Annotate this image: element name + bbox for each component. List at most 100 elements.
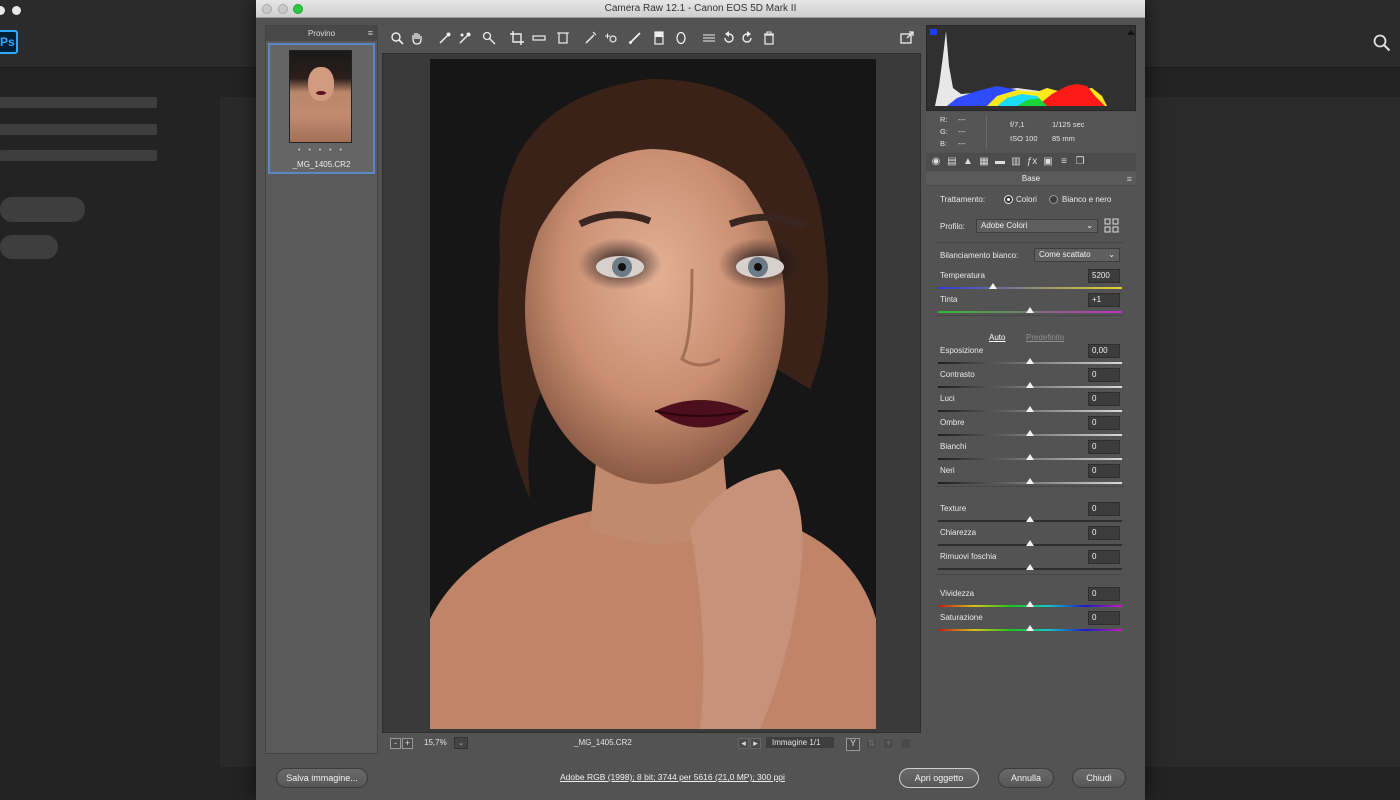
presets-tab-icon[interactable]: ≡ [1058,156,1070,168]
white-balance-dropdown[interactable]: Come scattato ⌄ [1034,248,1120,262]
zoom-in-button[interactable]: + [402,738,413,749]
temperatura-slider-handle[interactable] [989,283,998,289]
tinta-label: Tinta [940,295,958,304]
adjustment-brush-icon[interactable] [627,30,643,46]
chiarezza-value-input[interactable]: 0 [1088,526,1120,540]
image-counter: Immagine 1/1 [766,737,834,748]
tinta-value-input[interactable]: +1 [1088,293,1120,307]
neri-value-input[interactable]: 0 [1088,464,1120,478]
zoom-icon[interactable] [389,30,405,46]
copy-settings-icon[interactable]: + [883,738,894,749]
luci-slider-handle[interactable] [1026,406,1034,412]
effects-tab-icon[interactable]: ƒx [1026,156,1038,168]
menu-icon[interactable]: ≡ [1127,172,1132,186]
red-eye-icon[interactable] [603,30,619,46]
close-window-icon[interactable] [0,6,5,15]
save-image-button[interactable]: Salva immagine... [276,768,368,788]
title-bar: Camera Raw 12.1 - Canon EOS 5D Mark II [256,0,1145,18]
tinta-slider-handle[interactable] [1026,307,1034,313]
detail-tab-icon[interactable]: ▲ [962,156,974,168]
rimuovi-foschia-slider-handle[interactable] [1026,564,1034,570]
default-link[interactable]: Predefinito [1026,333,1064,342]
menu-icon[interactable]: ≡ [368,26,373,41]
auto-link[interactable]: Auto [989,333,1005,342]
search-icon[interactable] [1373,34,1391,52]
aperture-value: f/7,1 [1010,120,1025,129]
prev-image-button[interactable]: ◂ [738,738,749,749]
workflow-options-link[interactable]: Adobe RGB (1998); 8 bit; 3744 per 5616 (… [560,772,785,782]
open-object-button[interactable]: Apri oggetto [899,768,979,788]
chiarezza-slider-handle[interactable] [1026,540,1034,546]
contrasto-slider-handle[interactable] [1026,382,1034,388]
hand-icon[interactable] [409,30,425,46]
filmstrip-item[interactable]: • • • • • _MG_1405.CR2 [268,43,375,174]
vividezza-value-input[interactable]: 0 [1088,587,1120,601]
tone-curve-tab-icon[interactable]: ▤ [946,156,958,168]
contrasto-value-input[interactable]: 0 [1088,368,1120,382]
texture-value-input[interactable]: 0 [1088,502,1120,516]
basic-tab-icon[interactable]: ◉ [930,156,942,168]
separator [936,315,1124,316]
minimize-window-icon[interactable] [12,6,21,15]
calibration-tab-icon[interactable]: ▣ [1042,156,1054,168]
status-filename: _MG_1405.CR2 [574,738,632,747]
trash-icon[interactable] [761,30,777,46]
treatment-color-radio[interactable] [1004,195,1013,204]
cancel-button[interactable]: Annulla [998,768,1054,788]
ombre-slider-handle[interactable] [1026,430,1034,436]
filmstrip-header: Provino ≡ [266,26,377,41]
green-label: G: [940,127,948,136]
thumbnail-face [308,67,334,101]
bianchi-value-input[interactable]: 0 [1088,440,1120,454]
hsl-tab-icon[interactable]: ▦ [978,156,990,168]
profile-dropdown[interactable]: Adobe Colori ⌄ [976,219,1098,233]
snapshots-tab-icon[interactable]: ❐ [1074,156,1086,168]
rimuovi-foschia-value-input[interactable]: 0 [1088,550,1120,564]
temperatura-slider[interactable] [938,287,1122,289]
crop-icon[interactable] [509,30,525,46]
rating-stars[interactable]: • • • • • [270,147,373,154]
before-after-icon[interactable]: Y [846,738,860,751]
spot-removal-icon[interactable] [583,30,599,46]
straighten-icon[interactable] [531,30,547,46]
esposizione-slider-handle[interactable] [1026,358,1034,364]
image-preview[interactable] [382,53,921,733]
iso-value: ISO 100 [1010,134,1038,143]
rotate-right-icon[interactable] [739,30,755,46]
lens-tab-icon[interactable]: ▥ [1010,156,1022,168]
next-image-button[interactable]: ▸ [750,738,761,749]
color-sampler-icon[interactable] [457,30,473,46]
swap-settings-icon[interactable]: ⇅ [866,738,877,749]
fullscreen-icon[interactable] [899,30,915,46]
graduated-filter-icon[interactable] [651,30,667,46]
split-toning-tab-icon[interactable]: ▬ [994,156,1006,168]
zoom-dropdown[interactable]: ⌄ [454,737,468,749]
esposizione-value-input[interactable]: 0,00 [1088,344,1120,358]
radial-filter-icon[interactable] [673,30,689,46]
toggle-settings-icon[interactable] [900,738,911,749]
profile-browser-icon[interactable] [1104,218,1119,233]
vividezza-slider-handle[interactable] [1026,601,1034,607]
saturazione-slider-handle[interactable] [1026,625,1034,631]
neri-label: Neri [940,466,955,475]
white-balance-icon[interactable] [437,30,453,46]
bianchi-label: Bianchi [940,442,967,451]
preferences-icon[interactable] [701,30,717,46]
bianchi-slider-handle[interactable] [1026,454,1034,460]
treatment-bw-radio[interactable] [1049,195,1058,204]
luci-value-input[interactable]: 0 [1088,392,1120,406]
temperatura-value-input[interactable]: 5200 [1088,269,1120,283]
chiarezza-label: Chiarezza [940,528,977,537]
transform-icon[interactable] [555,30,571,46]
target-adjustment-icon[interactable] [481,30,497,46]
texture-slider-handle[interactable] [1026,516,1034,522]
ombre-value-input[interactable]: 0 [1088,416,1120,430]
rotate-left-icon[interactable] [721,30,737,46]
treatment-color-label: Colori [1016,195,1037,204]
close-dialog-button[interactable]: Chiudi [1072,768,1126,788]
neri-slider-handle[interactable] [1026,478,1034,484]
saturazione-value-input[interactable]: 0 [1088,611,1120,625]
zoom-out-button[interactable]: - [390,738,401,749]
separator [936,574,1124,575]
sidebar-placeholder-line [0,150,157,161]
